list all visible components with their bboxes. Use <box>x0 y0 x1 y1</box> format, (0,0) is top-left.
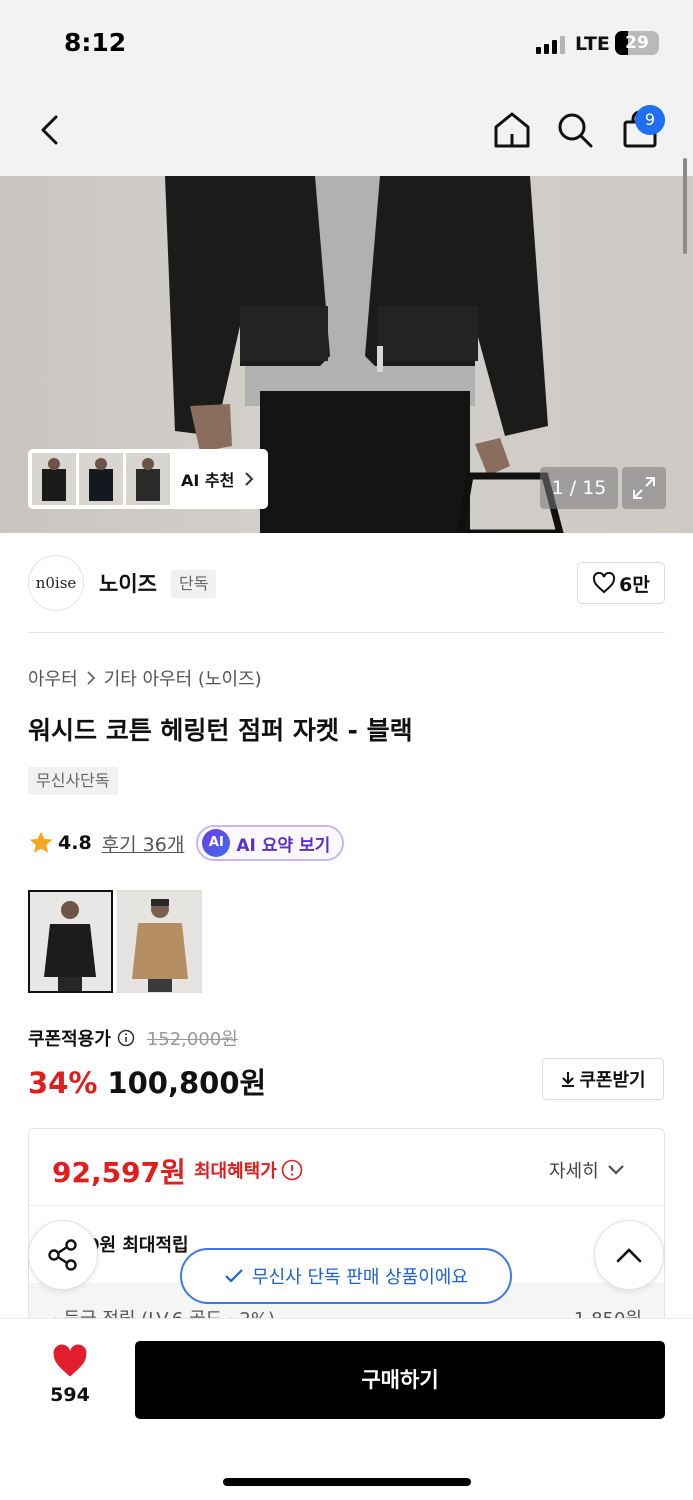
max-benefit-label-row: 최대혜택가 <box>194 1157 303 1183</box>
color-option-black[interactable] <box>28 890 113 993</box>
brand-logo-text: n0ise <box>35 574 77 592</box>
chevron-right-icon <box>245 472 254 486</box>
original-price: 152,000원 <box>146 1029 238 1050</box>
divider <box>29 1205 664 1206</box>
search-icon[interactable] <box>553 108 597 152</box>
image-counter: 1 / 15 <box>540 467 618 509</box>
color-option-beige[interactable] <box>117 890 202 993</box>
signal-icon <box>536 36 565 54</box>
info-icon[interactable] <box>117 1029 135 1047</box>
ai-summary-label: AI 요약 보기 <box>236 835 331 856</box>
ai-recommend-strip[interactable]: AI 추천 <box>28 449 268 509</box>
battery-level: 29 <box>625 33 649 53</box>
recommend-thumbnail[interactable] <box>79 453 123 505</box>
brand-name[interactable]: 노이즈 <box>99 568 157 598</box>
brand-like-count: 6만 <box>619 573 650 596</box>
reviews-link[interactable]: 후기 36개 <box>102 830 185 857</box>
max-benefit-price: 92,597원 <box>52 1156 186 1189</box>
rating-row: 4.8 후기 36개 AI AI 요약 보기 <box>28 825 345 861</box>
battery-icon: 29 <box>615 31 659 55</box>
home-icon[interactable] <box>490 108 534 152</box>
breadcrumb: 아우터 기타 아우터 (노이즈) <box>28 665 262 691</box>
wishlist-count: 594 <box>50 1384 90 1406</box>
chevron-up-icon <box>616 1248 642 1263</box>
coupon-button-label: 쿠폰받기 <box>579 1070 646 1091</box>
chevron-down-icon <box>607 1165 624 1175</box>
scroll-top-button[interactable] <box>594 1220 664 1290</box>
breadcrumb-item[interactable]: 아우터 <box>28 665 78 691</box>
heart-filled-icon <box>53 1344 87 1377</box>
buy-button[interactable]: 구매하기 <box>135 1341 665 1419</box>
home-indicator <box>223 1478 471 1486</box>
back-icon[interactable] <box>28 108 72 152</box>
download-icon <box>562 1072 575 1087</box>
info-icon[interactable] <box>281 1159 303 1181</box>
price-row: 34% 100,800원 <box>28 1060 266 1102</box>
toast-text: 무신사 단독 판매 상품이에요 <box>252 1267 468 1288</box>
coupon-price-row: 쿠폰적용가 152,000원 <box>28 1025 238 1051</box>
details-button[interactable]: 자세히 <box>549 1157 625 1183</box>
max-benefit-label: 최대혜택가 <box>194 1161 277 1182</box>
breadcrumb-item[interactable]: 기타 아우터 (노이즈) <box>104 665 262 691</box>
max-points-text: 0원 최대적립 <box>87 1235 189 1256</box>
status-bar: 8:12 LTE 29 <box>0 0 693 88</box>
wishlist-button[interactable]: 594 <box>30 1344 110 1414</box>
product-title: 워시드 코튼 헤링턴 점퍼 자켓 - 블랙 <box>28 716 413 745</box>
ai-summary-button[interactable]: AI AI 요약 보기 <box>196 825 345 861</box>
ai-badge-icon: AI <box>202 829 231 857</box>
bottom-action-bar: 594 구매하기 <box>0 1318 693 1500</box>
brand-like-button[interactable]: 6만 <box>577 562 665 604</box>
brand-logo[interactable]: n0ise <box>28 555 84 611</box>
coupon-price-label: 쿠폰적용가 <box>28 1029 111 1050</box>
discount-rate: 34% <box>28 1066 98 1100</box>
chevron-right-icon <box>87 671 95 685</box>
divider <box>28 632 665 633</box>
brand-exclusive-tag: 단독 <box>171 570 217 598</box>
sale-price: 100,800원 <box>107 1066 267 1100</box>
check-icon <box>225 1269 243 1283</box>
recommend-thumbnail[interactable] <box>126 453 170 505</box>
nav-bar <box>0 88 693 176</box>
share-icon <box>48 1239 77 1271</box>
recommend-thumbnail[interactable] <box>32 453 76 505</box>
coupon-download-button[interactable]: 쿠폰받기 <box>542 1058 664 1100</box>
details-label: 자세히 <box>549 1161 599 1182</box>
expand-icon[interactable] <box>622 467 666 509</box>
rating-value: 4.8 <box>58 832 92 854</box>
heart-outline-icon <box>593 572 616 594</box>
status-time: 8:12 <box>64 28 127 57</box>
share-button[interactable] <box>28 1220 98 1290</box>
cart-count-badge: 9 <box>635 105 665 135</box>
network-label: LTE <box>575 33 610 55</box>
ai-recommend-label: AI 추천 <box>181 471 235 490</box>
scrollbar[interactable] <box>683 158 687 254</box>
star-icon <box>29 831 53 853</box>
exclusive-toast: 무신사 단독 판매 상품이에요 <box>180 1248 512 1304</box>
exclusive-tag: 무신사단독 <box>28 767 118 795</box>
